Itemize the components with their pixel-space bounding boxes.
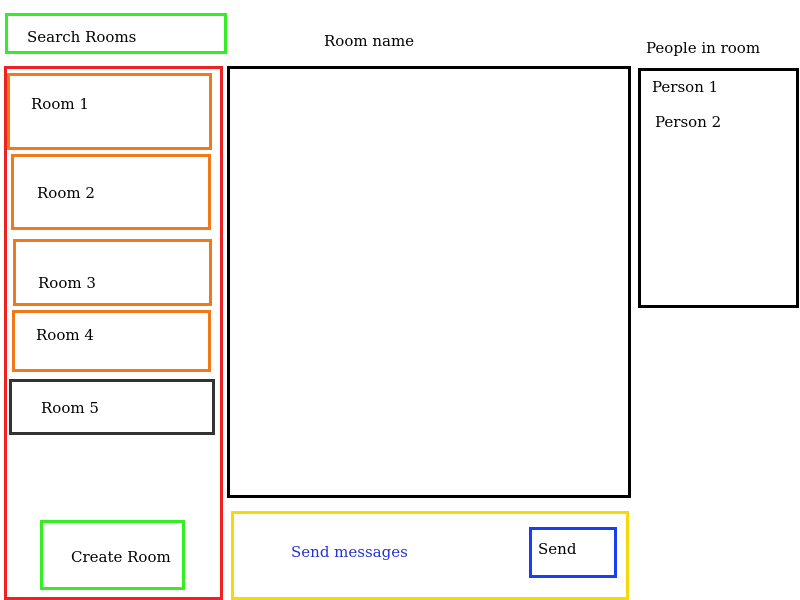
room-name-title: Room name	[324, 32, 415, 50]
person-list-item[interactable]: Person 2	[655, 115, 721, 130]
people-in-room-heading: People in room	[646, 39, 761, 57]
message-input-placeholder[interactable]: Send messages	[291, 545, 408, 560]
person-list-item[interactable]: Person 1	[652, 80, 718, 95]
room-2-label: Room 2	[37, 184, 95, 202]
chat-messages-area[interactable]	[227, 66, 631, 498]
room-5-label: Room 5	[41, 399, 99, 417]
search-rooms-label: Search Rooms	[27, 28, 137, 46]
room-list-item-3[interactable]	[13, 239, 212, 306]
room-4-label: Room 4	[36, 326, 94, 344]
create-room-label: Create Room	[71, 548, 171, 566]
send-button-label: Send	[538, 540, 577, 558]
room-list-item-5[interactable]	[9, 379, 215, 435]
room-1-label: Room 1	[31, 95, 89, 113]
people-list-panel	[638, 68, 799, 308]
room-3-label: Room 3	[38, 274, 96, 292]
